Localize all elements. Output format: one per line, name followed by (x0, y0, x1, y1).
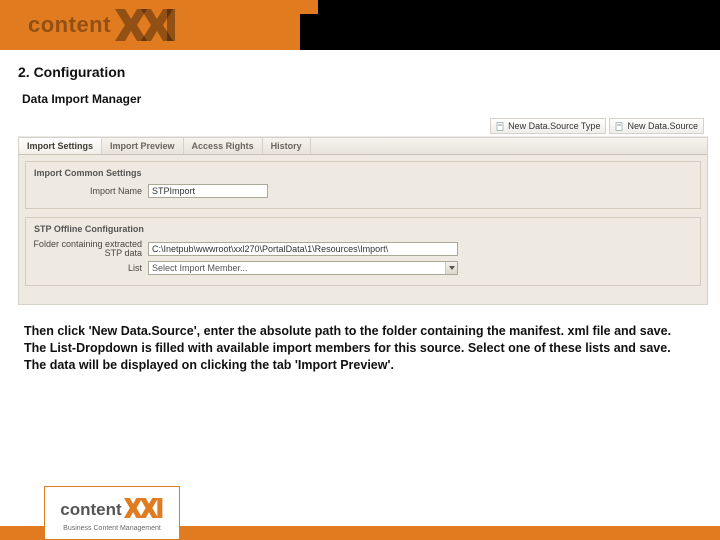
page-subtitle: Data Import Manager (22, 92, 702, 106)
toolbar: New Data.Source Type New Data.Source (18, 116, 708, 137)
label-import-name: Import Name (30, 186, 148, 196)
footer-logo-card: content Business Content Management (44, 486, 180, 540)
select-list[interactable]: Select Import Member... (148, 261, 458, 275)
tab-import-settings[interactable]: Import Settings (19, 138, 102, 154)
row-folder-path: Folder containing extracted STP data (30, 240, 696, 259)
footer-logo-tagline: Business Content Management (63, 525, 161, 532)
tab-import-preview[interactable]: Import Preview (102, 138, 184, 154)
banner-orange-block: content (0, 0, 300, 50)
tab-access-rights[interactable]: Access Rights (184, 138, 263, 154)
footer-logo-xxl-icon (124, 497, 164, 524)
input-import-name[interactable] (148, 184, 268, 198)
row-import-name: Import Name (30, 184, 696, 198)
chevron-down-icon (445, 262, 457, 274)
import-settings-panel: Import Common Settings Import Name STP O… (18, 155, 708, 305)
document-icon (496, 122, 505, 131)
label-list: List (30, 263, 148, 273)
banner-logo-text: content (28, 12, 111, 38)
fieldset-common-settings: Import Common Settings Import Name (25, 161, 701, 209)
footer-logo-text: content (60, 500, 121, 520)
button-label: New Data.Source Type (508, 121, 600, 131)
select-list-value: Select Import Member... (149, 262, 445, 274)
tabstrip: Import Settings Import Preview Access Ri… (18, 137, 708, 155)
instruction-text: Then click 'New Data.Source', enter the … (24, 323, 696, 374)
section-title: 2. Configuration (18, 64, 702, 80)
banner-logo-xxl-icon (115, 7, 177, 43)
footer: content Business Content Management (0, 478, 720, 540)
new-datasource-type-button[interactable]: New Data.Source Type (490, 118, 606, 134)
button-label: New Data.Source (627, 121, 698, 131)
fieldset-legend: Import Common Settings (30, 168, 696, 182)
document-icon (615, 122, 624, 131)
fieldset-stp-config: STP Offline Configuration Folder contain… (25, 217, 701, 286)
input-folder-path[interactable] (148, 242, 458, 256)
new-datasource-button[interactable]: New Data.Source (609, 118, 704, 134)
fieldset-legend: STP Offline Configuration (30, 224, 696, 238)
row-list: List Select Import Member... (30, 261, 696, 275)
top-banner: content (0, 0, 720, 50)
import-manager-panel: New Data.Source Type New Data.Source Imp… (18, 116, 708, 305)
banner-notch (262, 0, 318, 14)
tab-history[interactable]: History (263, 138, 311, 154)
label-folder-path: Folder containing extracted STP data (30, 240, 148, 259)
